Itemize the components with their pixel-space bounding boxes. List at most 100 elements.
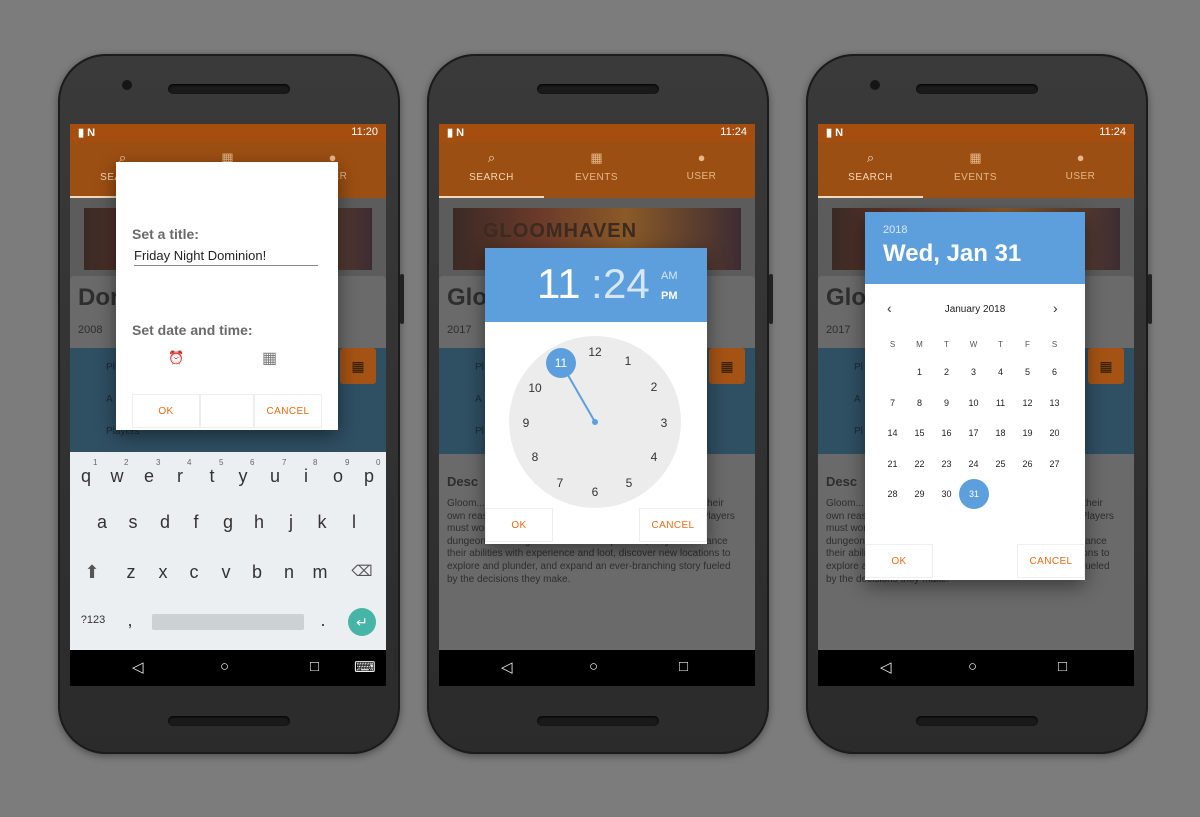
key[interactable]: k (311, 512, 333, 533)
key[interactable]: a (91, 512, 113, 533)
key[interactable]: m (309, 562, 331, 583)
period-key[interactable]: . (313, 610, 333, 631)
selected-day[interactable]: 31 (959, 479, 989, 509)
key[interactable]: g (217, 512, 239, 533)
cancel-button[interactable]: CANCEL (1017, 544, 1085, 578)
calendar-day[interactable]: 30 (933, 482, 960, 506)
tab-search[interactable]: ⌕SEARCH (439, 142, 544, 198)
calendar-day[interactable]: 23 (933, 452, 960, 476)
calendar-day[interactable]: 14 (879, 421, 906, 445)
calendar-day[interactable]: 3 (960, 360, 987, 384)
next-month-icon[interactable]: › (1053, 300, 1058, 316)
keyboard-icon[interactable]: ⌨ (354, 658, 376, 676)
shift-icon[interactable]: ⬆ (80, 562, 104, 583)
key[interactable]: d (154, 512, 176, 533)
back-icon[interactable]: ◁ (501, 658, 513, 676)
ok-button[interactable]: OK (132, 394, 200, 428)
pm-toggle[interactable]: PM (661, 290, 678, 302)
key[interactable]: f (185, 512, 207, 533)
tab-user[interactable]: ●USER (1028, 142, 1133, 198)
back-icon[interactable]: ◁ (132, 658, 144, 676)
title-input[interactable]: Friday Night Dominion! (134, 248, 318, 266)
calendar-day[interactable]: 29 (906, 482, 933, 506)
calendar-day[interactable]: 10 (960, 391, 987, 415)
key[interactable]: y (232, 466, 254, 487)
key[interactable]: e (138, 466, 160, 487)
tab-events[interactable]: ▦EVENTS (544, 142, 649, 198)
calendar-day[interactable]: 9 (933, 391, 960, 415)
clock-face[interactable]: 12 1 2 3 4 5 6 7 8 9 10 11 (509, 336, 681, 508)
tab-events[interactable]: ▦EVENTS (923, 142, 1028, 198)
alarm-clock-icon[interactable]: ⏰ (168, 350, 184, 366)
key[interactable]: j (280, 512, 302, 533)
calendar-day[interactable]: 21 (879, 452, 906, 476)
ok-button[interactable]: OK (485, 508, 553, 542)
key[interactable]: r (169, 466, 191, 487)
key[interactable]: z (120, 562, 142, 583)
recents-icon[interactable]: □ (679, 658, 688, 675)
key[interactable]: l (343, 512, 365, 533)
calendar-day[interactable]: 24 (960, 452, 987, 476)
key[interactable]: v (215, 562, 237, 583)
calendar-day[interactable]: 8 (906, 391, 933, 415)
calendar-day[interactable]: 17 (960, 421, 987, 445)
home-icon[interactable]: ○ (968, 658, 977, 675)
add-event-button[interactable]: ▦ (1088, 348, 1124, 384)
key[interactable]: x (152, 562, 174, 583)
comma-key[interactable]: , (120, 610, 140, 631)
key[interactable]: n (278, 562, 300, 583)
add-event-button[interactable]: ▦ (340, 348, 376, 384)
home-icon[interactable]: ○ (220, 658, 229, 675)
recents-icon[interactable]: □ (1058, 658, 1067, 675)
spacebar[interactable] (152, 614, 304, 630)
key[interactable]: s (122, 512, 144, 533)
tab-search[interactable]: ⌕SEARCH (818, 142, 923, 198)
calendar-icon[interactable]: ▦ (262, 348, 277, 368)
clock-number[interactable]: 7 (549, 472, 571, 494)
key[interactable]: h (248, 512, 270, 533)
cancel-button[interactable]: CANCEL (639, 508, 707, 542)
calendar-day[interactable]: 6 (1041, 360, 1068, 384)
backspace-icon[interactable]: ⌫ (350, 562, 374, 580)
am-toggle[interactable]: AM (661, 270, 678, 282)
clock-number[interactable]: 6 (584, 481, 606, 503)
symbols-key[interactable]: ?123 (76, 614, 110, 626)
calendar-day[interactable]: 27 (1041, 452, 1068, 476)
key[interactable]: o (327, 466, 349, 487)
key[interactable]: t (201, 466, 223, 487)
ok-button[interactable]: OK (865, 544, 933, 578)
clock-number[interactable]: 3 (653, 412, 675, 434)
selected-date-display[interactable]: Wed, Jan 31 (883, 240, 1021, 268)
calendar-day[interactable]: 5 (1014, 360, 1041, 384)
clock-number[interactable]: 12 (584, 341, 606, 363)
hour-display[interactable]: 11 (537, 260, 581, 308)
tab-user[interactable]: ●USER (649, 142, 754, 198)
calendar-day[interactable]: 2 (933, 360, 960, 384)
key[interactable]: b (246, 562, 268, 583)
clock-number[interactable]: 2 (643, 376, 665, 398)
key[interactable]: u (264, 466, 286, 487)
calendar-day[interactable]: 1 (906, 360, 933, 384)
calendar-day[interactable]: 19 (1014, 421, 1041, 445)
calendar-day[interactable]: 22 (906, 452, 933, 476)
calendar-day[interactable]: 25 (987, 452, 1014, 476)
calendar-day[interactable]: 12 (1014, 391, 1041, 415)
key[interactable]: p (358, 466, 380, 487)
calendar-day[interactable]: 4 (987, 360, 1014, 384)
calendar-day[interactable]: 28 (879, 482, 906, 506)
calendar-day[interactable]: 16 (933, 421, 960, 445)
calendar-day[interactable]: 13 (1041, 391, 1068, 415)
calendar-day[interactable]: 15 (906, 421, 933, 445)
recents-icon[interactable]: □ (310, 658, 319, 675)
key[interactable]: c (183, 562, 205, 583)
clock-number[interactable]: 1 (617, 350, 639, 372)
minute-display[interactable]: 24 (603, 260, 650, 308)
clock-number[interactable]: 8 (524, 446, 546, 468)
clock-number[interactable]: 5 (618, 472, 640, 494)
selected-hour[interactable]: 11 (550, 352, 572, 374)
key[interactable]: w (106, 466, 128, 487)
calendar-day[interactable]: 11 (987, 391, 1014, 415)
home-icon[interactable]: ○ (589, 658, 598, 675)
clock-number[interactable]: 10 (524, 377, 546, 399)
enter-icon[interactable]: ↵ (348, 608, 376, 636)
